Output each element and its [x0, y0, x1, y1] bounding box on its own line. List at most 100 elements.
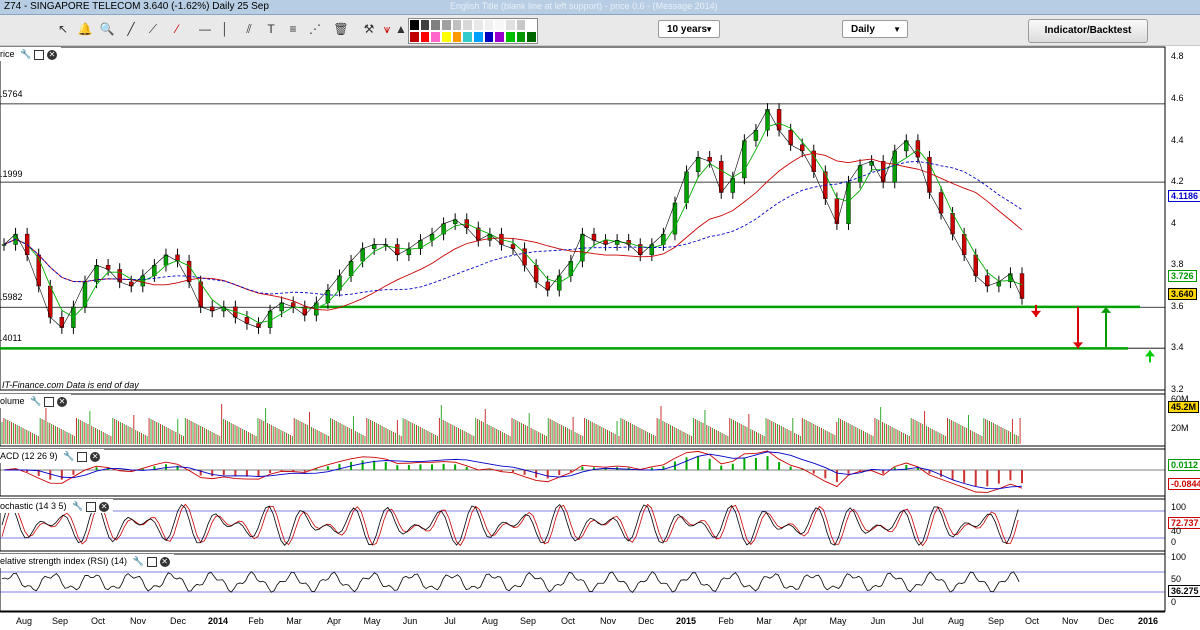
rsi-axis-label: 50	[1171, 574, 1182, 584]
time-axis-label: Feb	[248, 616, 264, 626]
volume-tag: 45.2M	[1168, 401, 1200, 413]
price-candle-body	[36, 254, 41, 287]
wrench-icon[interactable]: 🔧	[30, 396, 41, 407]
time-axis-label: May	[829, 616, 847, 626]
stochastic-panel-header: ochastic (14 3 5) 🔧 ✕	[0, 499, 114, 513]
rsi-panel-header: elative strength index (RSI) (14) 🔧 ✕	[0, 554, 174, 568]
maximize-icon[interactable]	[86, 501, 97, 512]
time-axis-label: 2015	[675, 616, 697, 626]
panel-frame	[0, 553, 1166, 612]
close-icon[interactable]: ✕	[159, 556, 170, 567]
time-axis-label: Nov	[599, 616, 617, 626]
stoch-axis-label: 0	[1171, 537, 1177, 547]
price-axis-label: 4	[1171, 217, 1177, 228]
time-axis-label: Jun	[402, 616, 418, 626]
price-axis-label: 4.6	[1171, 92, 1184, 103]
rsi-tag: 36.275	[1168, 585, 1200, 597]
time-axis-label: Aug	[481, 616, 499, 626]
ma-long-line	[3, 152, 1023, 311]
stoch-k-line	[1, 503, 1019, 546]
time-axis-label: Dec	[1097, 616, 1115, 626]
price-candle-body	[719, 161, 724, 193]
wrench-icon[interactable]: 🔧	[133, 556, 144, 567]
ma-dashed-line	[3, 160, 1023, 296]
time-axis-label: Nov	[129, 616, 147, 626]
time-axis-label: Mar	[756, 616, 772, 626]
time-axis-label: May	[363, 616, 381, 626]
volume-panel-label: olume	[0, 396, 25, 406]
time-axis-label: Aug	[15, 616, 33, 626]
panel-frame	[0, 498, 1166, 552]
wrench-icon[interactable]: 🔧	[63, 451, 74, 462]
time-axis-label: Mar	[286, 616, 302, 626]
maximize-icon[interactable]	[77, 451, 88, 462]
price-candle-body	[834, 198, 840, 224]
maximize-icon[interactable]	[34, 49, 45, 60]
rsi-axis-label: 0	[1171, 597, 1177, 607]
time-axis-label: Sep	[51, 616, 69, 626]
price-axis-label: 3.4	[1171, 342, 1184, 353]
time-axis-label: Apr	[792, 616, 808, 626]
time-axis-label: Jul	[444, 616, 456, 626]
level-label: .5982	[0, 292, 23, 302]
time-axis-label: Feb	[718, 616, 734, 626]
price-axis-label: 4.4	[1171, 134, 1184, 145]
time-axis-label: Dec	[637, 616, 655, 626]
time-axis-label: Dec	[169, 616, 187, 626]
price-axis-label: 3.8	[1171, 259, 1184, 270]
macd-panel-label: ACD (12 26 9)	[0, 451, 58, 461]
time-axis-label: 2014	[207, 616, 229, 626]
price-tag-ma: 4.1186	[1168, 190, 1200, 202]
price-candle-body	[48, 285, 53, 318]
price-candle-body	[927, 156, 932, 193]
price-axis-label: 4.8	[1171, 51, 1184, 62]
time-axis-label: 2016	[1137, 616, 1159, 626]
rsi-panel-label: elative strength index (RSI) (14)	[0, 556, 128, 566]
price-line	[3, 108, 1023, 329]
ma-short-line	[3, 122, 1023, 324]
time-axis-label: Jul	[912, 616, 924, 626]
wrench-icon[interactable]: 🔧	[72, 501, 83, 512]
maximize-icon[interactable]	[146, 556, 157, 567]
price-candle-body	[892, 150, 897, 183]
maximize-icon[interactable]	[44, 396, 55, 407]
arrow-up-small-head	[1145, 350, 1155, 357]
price-axis-label: 3.6	[1171, 300, 1184, 311]
price-tag-last: 3.640	[1168, 288, 1197, 300]
macd-signal-tag: -0.0844	[1168, 478, 1200, 490]
wrench-icon[interactable]: 🔧	[20, 49, 31, 60]
stochastic-panel-label: ochastic (14 3 5)	[0, 501, 67, 511]
level-label: .1999	[0, 169, 23, 179]
chart-canvas[interactable]	[0, 0, 1200, 630]
time-axis-label: Oct	[1024, 616, 1040, 626]
close-icon[interactable]: ✕	[90, 451, 101, 462]
panel-frame	[0, 46, 1166, 391]
level-label: .4011	[0, 333, 22, 343]
price-candle-body	[684, 171, 689, 204]
time-axis-label: Apr	[326, 616, 342, 626]
level-label: .5764	[0, 89, 23, 99]
price-axis-label: 3.2	[1171, 384, 1184, 394]
close-icon[interactable]: ✕	[57, 396, 68, 407]
arrow-down-small-head	[1031, 310, 1041, 317]
stoch-axis-label: 100	[1171, 502, 1187, 512]
time-axis-label: Oct	[560, 616, 576, 626]
price-candle-body	[846, 181, 851, 224]
volume-panel-header: olume 🔧 ✕	[0, 394, 72, 408]
close-icon[interactable]: ✕	[47, 49, 58, 60]
price-panel-header: rice 🔧 ✕	[0, 47, 62, 61]
price-panel-label: rice	[0, 49, 15, 59]
watermark: IT-Finance.com Data is end of day	[2, 380, 139, 390]
rsi-line	[1, 571, 1020, 593]
macd-tag: 0.0112	[1168, 459, 1200, 471]
price-candle-body	[1019, 273, 1025, 299]
macd-panel-header: ACD (12 26 9) 🔧 ✕	[0, 449, 105, 463]
time-axis-label: Oct	[90, 616, 106, 626]
price-candle-body	[1, 244, 7, 246]
price-axis-label: 4.2	[1171, 176, 1184, 187]
close-icon[interactable]: ✕	[99, 501, 110, 512]
stoch-tag-2: 40	[1171, 526, 1182, 536]
price-candle-body	[742, 140, 747, 179]
time-axis-label: Sep	[987, 616, 1005, 626]
time-axis-label: Nov	[1061, 616, 1079, 626]
